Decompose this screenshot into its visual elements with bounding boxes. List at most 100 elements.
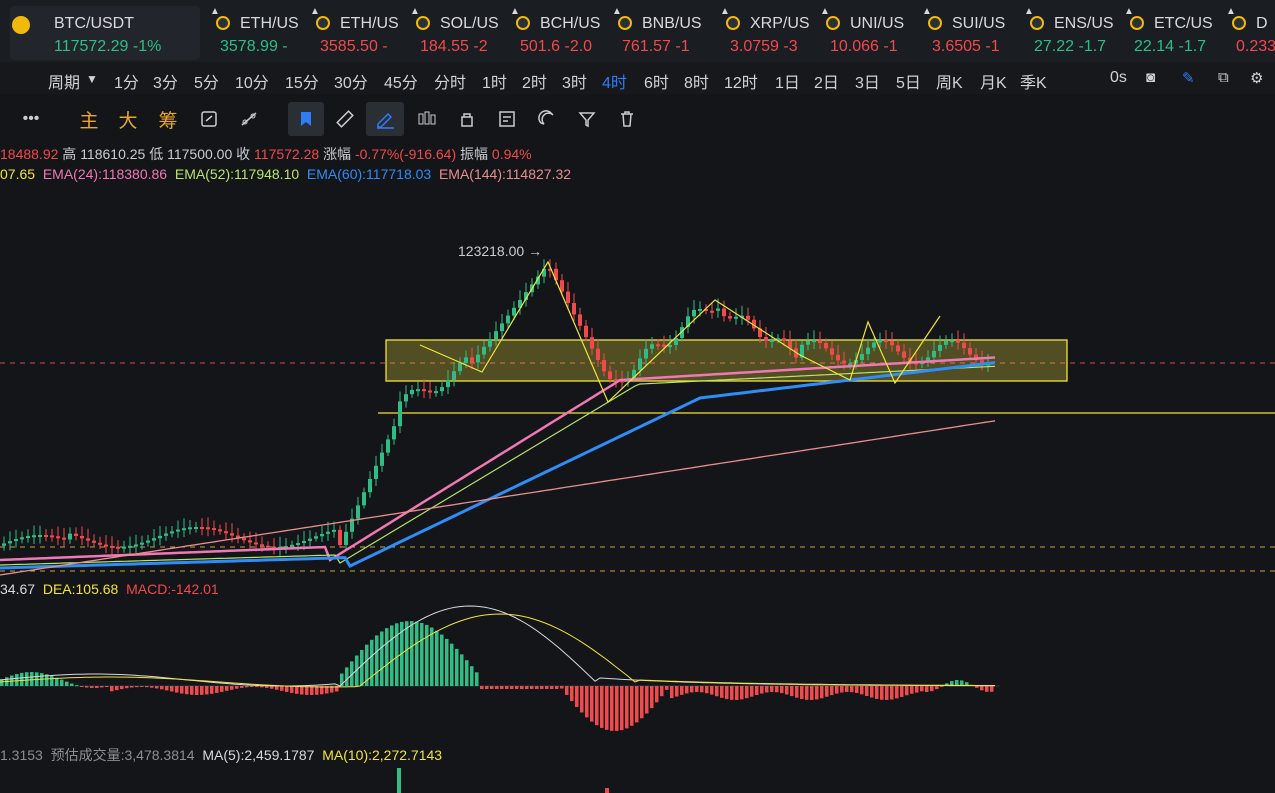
chevron-down-icon[interactable]: ▼ [86,72,98,86]
interval-option[interactable]: 1分 [114,69,139,93]
macd-bar [685,686,689,694]
ruler-icon[interactable] [332,102,358,136]
candle-body [914,362,918,365]
macd-bar [365,644,369,686]
interval-option[interactable]: 30分 [334,69,368,93]
magnet-icon[interactable] [534,102,560,136]
interval-option[interactable]: 3分 [153,69,178,93]
interval-option[interactable]: 8时 [684,69,709,93]
macd-bar [240,686,244,688]
macd-bar [870,686,874,698]
candle-body [974,354,978,361]
ticker-item[interactable]: ▲ D 0.233 [1226,6,1275,60]
period-dropdown[interactable]: 周期 [48,69,80,93]
macd-bar [555,686,559,689]
ticker-item[interactable]: ▲ XRP/US 3.0759 -3 [720,6,818,60]
macd-bar [880,686,884,700]
interval-option[interactable]: 5分 [194,69,219,93]
ticker-change: -2 [473,38,488,55]
candle-body [140,542,144,545]
ticker-item[interactable]: ▲ BCH/US 501.6 -2.0 [510,6,608,60]
candle-body [8,541,12,544]
settings-icon[interactable]: ⚙ [1250,69,1263,87]
macd-bar [805,686,809,700]
filter-icon[interactable] [574,102,600,136]
interval-option[interactable]: 45分 [384,69,418,93]
candle-body [482,346,486,355]
ticker-item[interactable]: ▲ ETC/US 22.14 -1.7 [1124,6,1222,60]
coin-icon [618,16,632,30]
interval-option[interactable]: 季K [1020,69,1047,93]
interval-option[interactable]: 1时 [482,69,507,93]
ticker-item[interactable]: BTC/USDT 117572.29 -1% [10,6,200,60]
ticker-item[interactable]: ▲ SOL/US 184.55 -2 [410,6,508,60]
interval-option[interactable]: 月K [980,69,1007,93]
interval-option[interactable]: 15分 [285,69,319,93]
ticker-symbol: SOL/US [440,15,499,32]
ticker-item[interactable]: ▲ ETH/US 3578.99 - [210,6,308,60]
note-icon[interactable] [494,102,520,136]
interval-option[interactable]: 分时 [434,69,466,93]
interval-option[interactable]: 6时 [644,69,669,93]
interval-option[interactable]: 1日 [775,69,800,93]
bookmark-icon[interactable] [288,102,324,136]
interval-option[interactable]: 2时 [522,69,547,93]
more-icon[interactable]: ••• [18,102,44,136]
candle-body [470,357,474,363]
interval-option[interactable]: 12时 [724,69,758,93]
edit-icon[interactable]: ✎ [1182,69,1195,87]
coin-icon [216,16,230,30]
macd-bar [115,686,119,691]
interval-option[interactable]: 2日 [814,69,839,93]
pin-icon: ▲ [410,6,420,17]
ticker-item[interactable]: ▲ BNB/US 761.57 -1 [612,6,710,60]
interval-option[interactable]: 周K [936,69,963,93]
ticker-item[interactable]: ▲ ETH/US 3585.50 - [310,6,408,60]
ticker-item[interactable]: ▲ UNI/US 10.066 -1 [820,6,918,60]
interval-option[interactable]: 3时 [562,69,587,93]
macd-bar [155,686,159,689]
lock-icon[interactable] [454,102,480,136]
coin-icon [1232,16,1246,30]
candle-body [44,535,48,538]
interval-option[interactable]: 5日 [896,69,921,93]
big-indicator-button[interactable]: 大 [115,102,141,136]
interval-option[interactable]: 3日 [855,69,880,93]
ticker-change: -2.0 [564,38,593,55]
macd-bar [615,686,619,731]
candle-body [50,535,54,538]
ticker-price-value: 22.14 [1134,38,1175,55]
ema144-line [0,420,996,576]
camera-icon[interactable]: ◙ [1146,69,1155,86]
popout-icon[interactable]: ⧉ [1218,69,1229,86]
macd-bar [820,686,824,699]
candle-body [32,535,36,538]
candle-body [500,323,504,332]
ticker-item[interactable]: ▲ SUI/US 3.6505 -1 [922,6,1020,60]
candle-body [212,528,216,531]
trash-icon[interactable] [614,102,640,136]
candle-body [458,363,462,372]
macd-bar [195,686,199,695]
macd-bar [655,686,659,703]
sync-icon[interactable] [196,102,222,136]
main-indicator-button[interactable]: 主 [76,102,102,136]
interval-option[interactable]: 10分 [235,69,269,93]
ticker-item[interactable]: ▲ ENS/US 27.22 -1.7 [1024,6,1122,60]
line-tool-icon[interactable] [236,102,262,136]
macd-bar [745,686,749,699]
interval-option[interactable]: 4时 [602,69,627,93]
candle-body [506,315,510,324]
macd-bar [545,686,549,689]
macd-bar [160,686,164,690]
macd-bar [105,686,109,687]
ticker-price: 10.066 -1 [830,38,898,56]
ticker-price-value: 3.0759 [730,38,779,55]
pen-icon[interactable] [366,102,404,136]
candle-body [74,533,78,536]
candles-icon[interactable] [414,102,440,136]
candle-body [836,354,840,361]
candle-body [728,316,732,319]
chip-indicator-button[interactable]: 筹 [155,102,181,136]
macd-bar [315,686,319,695]
